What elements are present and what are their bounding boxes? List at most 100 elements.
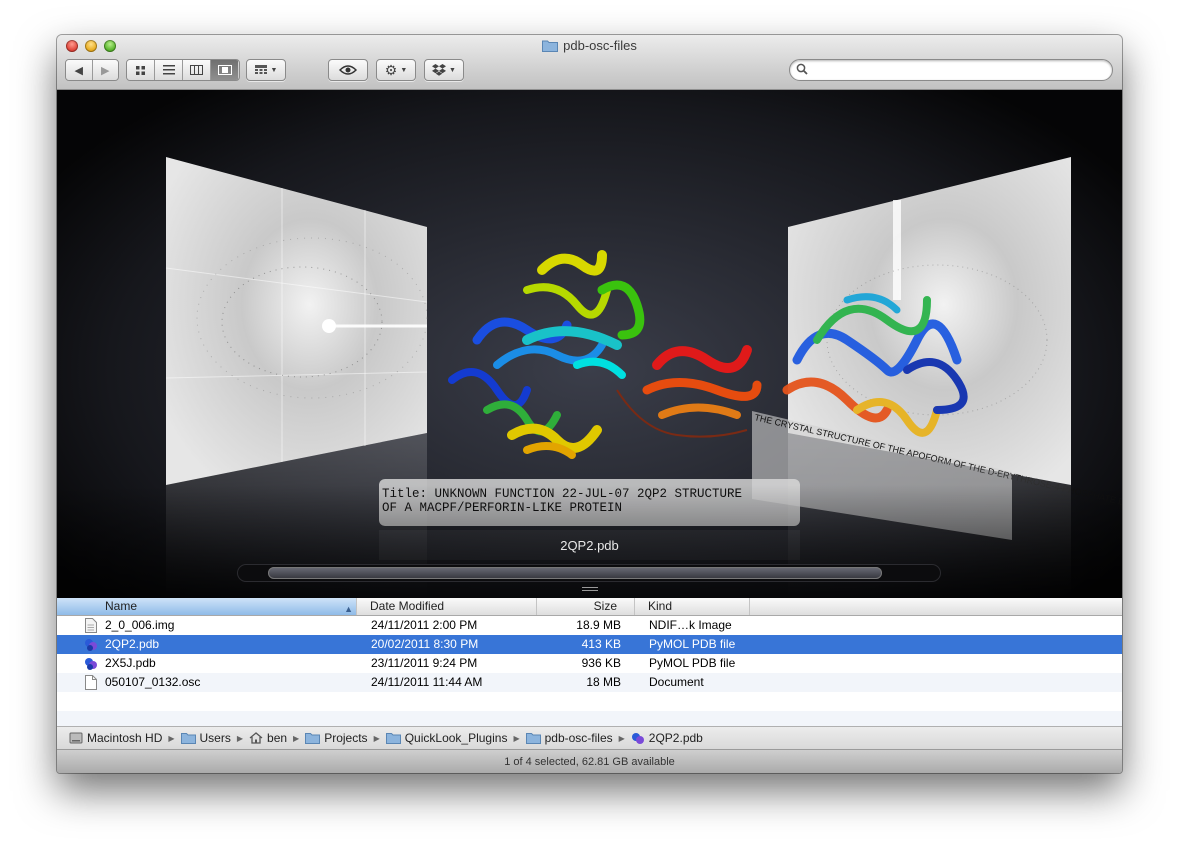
folder-icon <box>385 733 401 744</box>
file-kind: NDIF…k Image <box>649 618 732 632</box>
file-row[interactable]: 2_0_006.img 24/11/2011 2:00 PM 18.9 MB N… <box>57 616 1122 635</box>
folder-icon <box>305 733 321 744</box>
file-row-selected[interactable]: 2QP2.pdb 20/02/2011 8:30 PM 413 KB PyMOL… <box>57 635 1122 654</box>
cover-flow-scrollbar[interactable] <box>237 564 941 582</box>
blank-document-icon <box>85 675 97 690</box>
action-button[interactable]: ⚙ ▼ <box>376 59 416 81</box>
search-input[interactable] <box>812 62 1106 78</box>
back-arrow-icon: ◀ <box>74 64 83 77</box>
path-separator-icon: ▶ <box>168 733 175 743</box>
back-forward-control: ◀ ▶ <box>65 59 119 81</box>
title-bar: pdb-osc-files ◀ ▶ ▼ ⚙ ▼ ▼ <box>57 35 1122 90</box>
arrange-button[interactable]: ▼ <box>246 59 286 81</box>
dropbox-button[interactable]: ▼ <box>424 59 464 81</box>
home-icon <box>249 732 263 744</box>
folder-icon <box>542 40 559 52</box>
folder-icon <box>525 733 541 744</box>
column-header-kind[interactable]: Kind <box>635 598 750 615</box>
path-separator-icon: ▶ <box>513 733 520 743</box>
path-label: QuickLook_Plugins <box>404 731 508 745</box>
empty-row <box>57 711 1122 726</box>
cover-flow-filename: 2QP2.pdb <box>560 538 619 553</box>
path-item-ben[interactable]: ben <box>249 731 287 745</box>
column-header-size[interactable]: Size <box>537 598 635 615</box>
cover-flow-area[interactable]: THE CRYSTAL STRUCTURE OF THE APOFORM OF … <box>57 90 1122 598</box>
window-title: pdb-osc-files <box>57 38 1122 53</box>
file-size: 936 KB <box>581 656 621 670</box>
chevron-down-icon: ▼ <box>400 66 408 74</box>
list-view-button[interactable] <box>155 60 183 80</box>
path-bar: Macintosh HD ▶ Users ▶ ben ▶ Projects ▶ … <box>57 726 1122 749</box>
forward-button[interactable]: ▶ <box>92 60 118 80</box>
column-header-date-label: Date Modified <box>370 599 445 613</box>
column-header-name-label: Name <box>105 599 138 613</box>
file-date: 23/11/2011 9:24 PM <box>371 656 478 670</box>
folder-icon <box>180 733 196 744</box>
eye-icon <box>339 65 357 75</box>
hard-drive-icon <box>69 732 83 744</box>
search-icon <box>796 63 808 75</box>
chevron-down-icon: ▼ <box>449 66 456 74</box>
path-item-users[interactable]: Users <box>180 731 231 745</box>
path-separator-icon: ▶ <box>236 733 244 743</box>
path-label: ben <box>267 731 288 745</box>
file-kind: PyMOL PDB file <box>649 637 736 651</box>
path-item-macintosh-hd[interactable]: Macintosh HD <box>69 731 162 745</box>
column-header-name[interactable]: Name ▲ <box>57 598 357 615</box>
cover-center-protein[interactable] <box>448 250 762 459</box>
column-header-kind-label: Kind <box>648 599 673 613</box>
file-name: 2X5J.pdb <box>105 656 156 670</box>
column-view-button[interactable] <box>183 60 211 80</box>
path-label: Projects <box>324 731 368 745</box>
path-label: pdb-osc-files <box>544 731 613 745</box>
path-label: Users <box>199 731 231 745</box>
path-item-quicklook-plugins[interactable]: QuickLook_Plugins <box>385 731 508 745</box>
file-kind: Document <box>649 675 704 689</box>
quick-look-button[interactable] <box>328 59 368 81</box>
finder-window: pdb-osc-files ◀ ▶ ▼ ⚙ ▼ ▼ THE CRYSTAL ST… <box>57 35 1122 773</box>
column-view-icon <box>190 65 203 75</box>
icon-view-button[interactable] <box>127 60 155 80</box>
path-separator-icon: ▶ <box>373 733 380 743</box>
back-button[interactable]: ◀ <box>66 60 93 80</box>
column-header-size-label: Size <box>593 599 617 613</box>
file-row[interactable]: 050107_0132.osc 24/11/2011 11:44 AM 18 M… <box>57 673 1122 692</box>
list-header: Name ▲ Date Modified Size Kind <box>57 598 1122 616</box>
file-name: 2_0_006.img <box>105 618 175 632</box>
forward-arrow-icon: ▶ <box>101 64 110 77</box>
path-label: Macintosh HD <box>87 731 163 745</box>
path-item-2qp2[interactable]: 2QP2.pdb <box>631 731 703 745</box>
window-title-text: pdb-osc-files <box>563 38 637 53</box>
file-size: 18.9 MB <box>576 618 621 632</box>
path-item-projects[interactable]: Projects <box>305 731 368 745</box>
arrange-grid-icon <box>254 65 267 74</box>
pymol-icon <box>85 639 97 651</box>
document-icon <box>85 618 97 633</box>
status-bar: 1 of 4 selected, 62.81 GB available <box>57 749 1122 773</box>
column-header-date[interactable]: Date Modified <box>357 598 537 615</box>
file-date: 24/11/2011 2:00 PM <box>371 618 478 632</box>
cover-flow-view-button[interactable] <box>211 60 238 80</box>
pymol-icon <box>85 658 97 670</box>
path-item-pdb-osc-files[interactable]: pdb-osc-files <box>525 731 613 745</box>
dropbox-icon <box>432 64 447 76</box>
cover-flow-scroll-thumb[interactable] <box>268 567 882 579</box>
chevron-down-icon: ▼ <box>270 66 278 74</box>
file-name: 050107_0132.osc <box>105 675 201 689</box>
file-date: 24/11/2011 11:44 AM <box>371 675 483 689</box>
path-separator-icon: ▶ <box>618 733 625 743</box>
file-size: 413 KB <box>581 637 621 651</box>
split-resize-handle[interactable] <box>582 587 598 593</box>
search-field[interactable] <box>789 59 1113 81</box>
file-size: 18 MB <box>586 675 621 689</box>
file-name: 2QP2.pdb <box>105 637 160 651</box>
list-view-icon <box>162 65 175 75</box>
icon-view-icon <box>136 65 145 75</box>
path-label: 2QP2.pdb <box>648 731 703 745</box>
file-row[interactable]: 2X5J.pdb 23/11/2011 9:24 PM 936 KB PyMOL… <box>57 654 1122 673</box>
path-separator-icon: ▶ <box>293 733 300 743</box>
file-date: 20/02/2011 8:30 PM <box>371 637 479 651</box>
view-mode-control <box>126 59 240 81</box>
gear-icon: ⚙ <box>384 62 398 78</box>
pymol-icon <box>631 732 644 744</box>
